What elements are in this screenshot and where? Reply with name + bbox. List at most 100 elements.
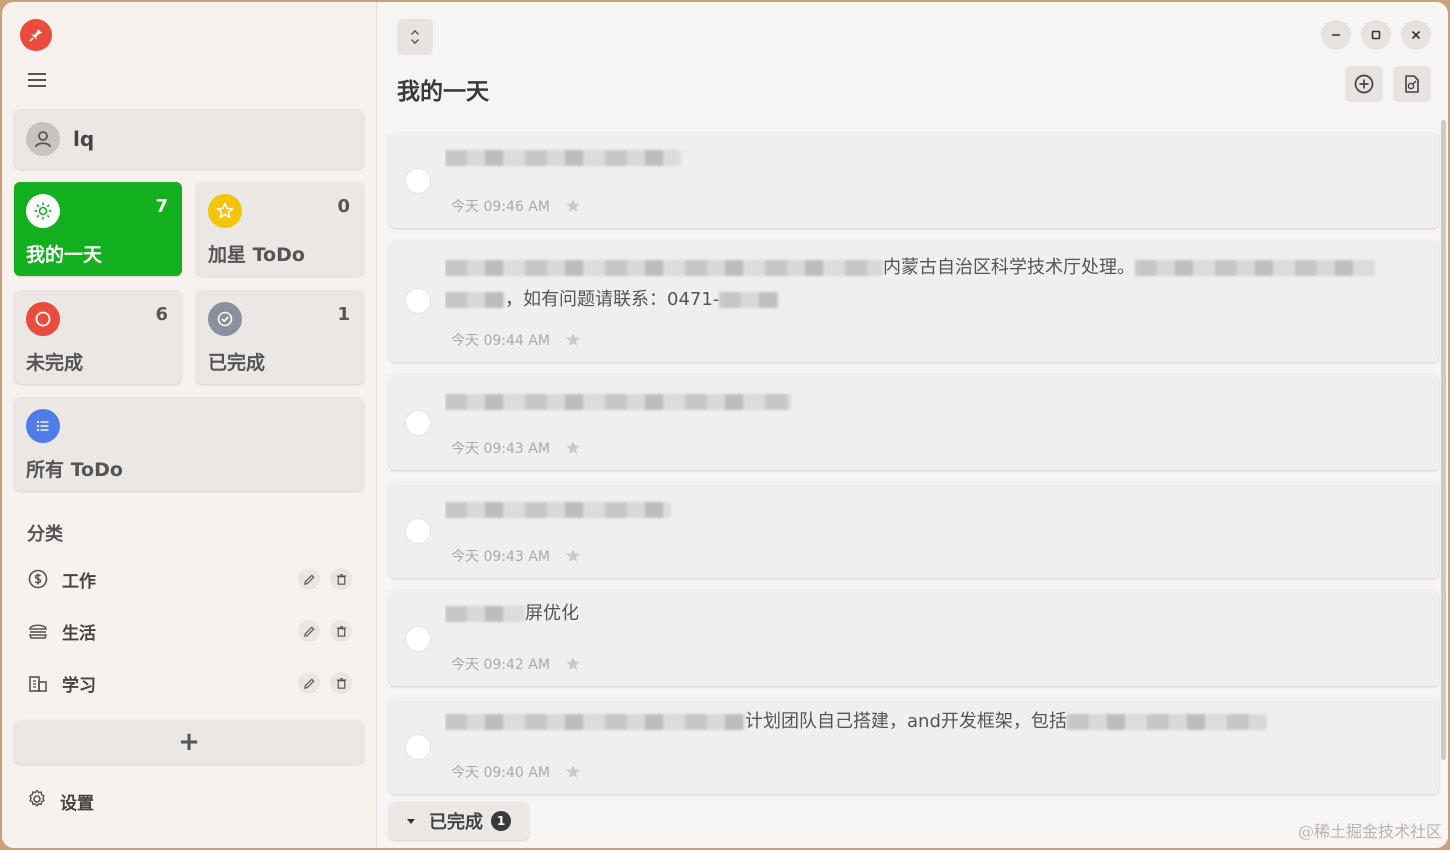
redacted-text: [445, 292, 505, 308]
completed-count-badge: 1: [491, 811, 511, 831]
completed-section-toggle[interactable]: 已完成 1: [389, 802, 529, 840]
smart-list-label: 已完成: [208, 352, 266, 374]
list-icon: [26, 409, 60, 443]
settings-button[interactable]: 设置: [26, 788, 94, 814]
task-meta: 今天 09:44 AM: [451, 330, 582, 350]
redacted-text: [1066, 714, 1267, 730]
edit-icon[interactable]: [298, 620, 320, 642]
category-item-work[interactable]: 工作: [14, 559, 364, 599]
export-button[interactable]: [1393, 66, 1431, 102]
user-name: lq: [73, 127, 95, 151]
task-checkbox[interactable]: [405, 518, 431, 544]
trash-icon[interactable]: [330, 620, 352, 642]
trash-icon[interactable]: [330, 672, 352, 694]
star-icon[interactable]: [564, 439, 582, 457]
redacted-text: [445, 502, 671, 518]
scrollbar[interactable]: [1441, 120, 1446, 760]
hamburger-menu-icon[interactable]: [26, 70, 48, 90]
smart-list-count: 6: [155, 304, 168, 325]
smart-list-label: 我的一天: [26, 244, 103, 266]
smart-list-all[interactable]: 所有 ToDo: [14, 397, 364, 491]
minimize-icon: [1332, 34, 1340, 36]
main-panel: 我的一天 今天 09:46 AM 内蒙古自治区科学技术厅处理。 ，如有问题请联系…: [377, 2, 1448, 848]
add-task-button[interactable]: [1345, 66, 1383, 102]
category-label: 工作: [62, 571, 96, 592]
task-meta: 今天 09:40 AM: [451, 762, 582, 782]
smart-list-count: 1: [337, 304, 350, 325]
category-item-study[interactable]: 学习: [14, 663, 364, 703]
task-meta: 今天 09:43 AM: [451, 546, 582, 566]
category-label: 学习: [62, 675, 96, 696]
smart-list-label: 加星 ToDo: [208, 244, 305, 266]
task-checkbox[interactable]: [405, 410, 431, 436]
caret-down-icon: [407, 819, 415, 824]
task-item[interactable]: 计划团队自己搭建，and开发框架，包括 今天 09:40 AM: [389, 698, 1439, 794]
close-button[interactable]: [1401, 20, 1431, 50]
task-meta: 今天 09:46 AM: [451, 196, 582, 216]
maximize-button[interactable]: [1361, 20, 1391, 50]
task-time: 今天 09:40 AM: [451, 765, 550, 781]
category-item-life[interactable]: 生活: [14, 611, 364, 651]
task-text-visible: 屏优化: [525, 603, 579, 624]
maximize-icon: [1371, 30, 1381, 40]
redacted-text: [445, 714, 745, 730]
task-time: 今天 09:42 AM: [451, 657, 550, 673]
task-text-visible: 内蒙古自治区科学技术厅处理。: [883, 257, 1135, 278]
smart-list-incomplete[interactable]: 6 未完成: [14, 290, 182, 384]
task-text-visible: 计划团队自己搭建，and开发框架，包括: [745, 711, 1067, 732]
task-checkbox[interactable]: [405, 288, 431, 314]
trash-icon[interactable]: [330, 568, 352, 590]
sun-icon: [26, 194, 60, 228]
smart-list-count: 0: [337, 196, 350, 217]
minimize-button[interactable]: [1321, 20, 1351, 50]
smart-list-completed[interactable]: 1 已完成: [196, 290, 364, 384]
redacted-text: [719, 292, 780, 308]
edit-icon[interactable]: [298, 672, 320, 694]
add-category-button[interactable]: +: [14, 720, 364, 764]
edit-icon[interactable]: [298, 568, 320, 590]
task-time: 今天 09:44 AM: [451, 333, 550, 349]
plus-icon: +: [178, 727, 200, 757]
task-time: 今天 09:46 AM: [451, 199, 550, 215]
check-circle-icon: [208, 302, 242, 336]
smart-list-label: 未完成: [26, 352, 84, 374]
task-item[interactable]: 内蒙古自治区科学技术厅处理。 ，如有问题请联系：0471- 今天 09:44 A…: [389, 240, 1439, 362]
task-meta: 今天 09:43 AM: [451, 438, 582, 458]
redacted-text: [445, 150, 681, 166]
app-logo-icon: [20, 19, 52, 51]
task-text: [445, 386, 1419, 418]
star-icon[interactable]: [564, 655, 582, 673]
task-text: [445, 142, 1419, 174]
close-icon: [1411, 30, 1421, 40]
redacted-text: [1135, 260, 1375, 276]
star-icon[interactable]: [564, 197, 582, 215]
task-item[interactable]: 今天 09:46 AM: [389, 132, 1439, 228]
star-icon[interactable]: [564, 331, 582, 349]
task-text: 计划团队自己搭建，and开发框架，包括: [445, 706, 1419, 738]
building-icon: [26, 671, 50, 695]
task-item[interactable]: 屏优化 今天 09:42 AM: [389, 590, 1439, 686]
page-title: 我的一天: [397, 79, 489, 105]
task-item[interactable]: 今天 09:43 AM: [389, 374, 1439, 470]
chevron-up-down-icon: [411, 29, 419, 45]
redacted-text: [445, 606, 525, 622]
sort-toggle-button[interactable]: [397, 19, 433, 55]
task-checkbox[interactable]: [405, 168, 431, 194]
task-checkbox[interactable]: [405, 734, 431, 760]
sidebar: lq 7 我的一天 0 加星 ToDo 6 未完成 1 已完成 所有 ToDo …: [2, 2, 377, 848]
smart-list-starred[interactable]: 0 加星 ToDo: [196, 182, 364, 276]
star-icon[interactable]: [564, 547, 582, 565]
task-checkbox[interactable]: [405, 626, 431, 652]
star-icon[interactable]: [564, 763, 582, 781]
user-avatar-icon: [26, 122, 60, 156]
task-text: 屏优化: [445, 598, 1419, 630]
redacted-text: [445, 260, 883, 276]
smart-list-count: 7: [155, 196, 168, 217]
user-card[interactable]: lq: [14, 109, 364, 169]
gear-icon: [26, 788, 48, 814]
file-export-icon: [1405, 75, 1419, 93]
smart-list-my-day[interactable]: 7 我的一天: [14, 182, 182, 276]
task-text-visible: ，如有问题请联系：0471-: [505, 289, 720, 310]
task-item[interactable]: 今天 09:43 AM: [389, 482, 1439, 578]
plus-circle-icon: [1354, 74, 1374, 94]
